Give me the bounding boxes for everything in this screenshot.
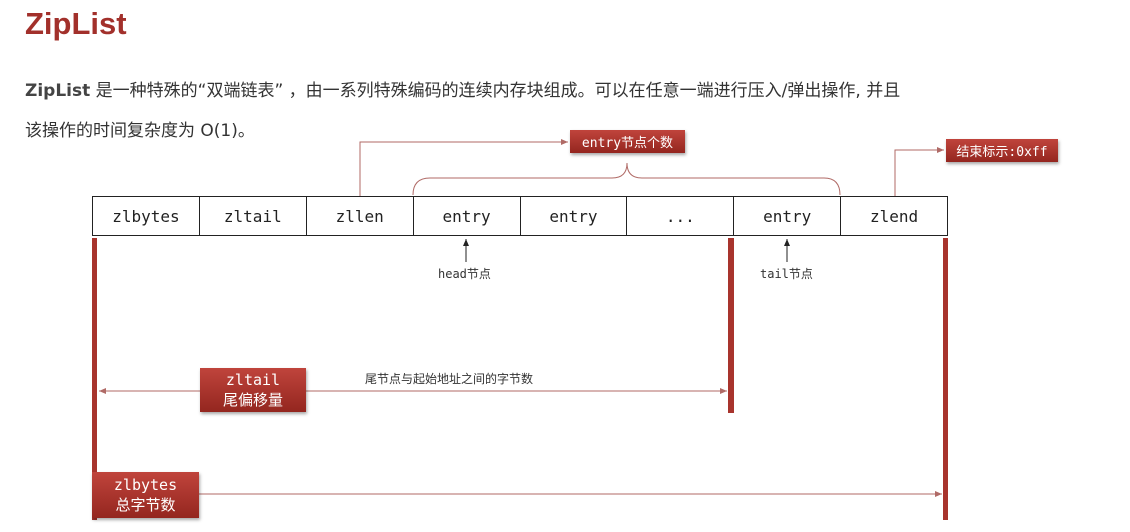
tail-bar [728,238,734,413]
zltail-description: 尾节点与起始地址之间的字节数 [365,372,534,386]
zltail-tag-desc: 尾偏移量 [222,390,283,409]
ziplist-structure: zlbytes zltail zllen entry entry ... ent… [92,196,948,236]
cell-zlend: zlend [869,206,919,226]
zlbytes-tag: zlbytes 总字节数 [92,472,199,518]
cell-entry: entry [414,197,521,235]
zlbytes-tag-desc: 总字节数 [115,495,176,514]
zltail-tag-name: zltail [225,370,281,389]
zltail-tag: zltail 尾偏移量 [200,368,306,412]
diagram-lines [99,139,944,497]
brace [412,162,841,196]
end-marker-tag: 结束标示:0xff [946,139,1058,162]
cell-entry: entry [734,197,842,235]
cell-zltail: zltail [200,197,307,235]
end-bar [943,238,948,520]
entry-count-tag: entry节点个数 [570,130,685,153]
zllen-connector [359,139,568,196]
zlbytes-tag-name: zlbytes [113,475,178,494]
cell-zlbytes: zlbytes [93,197,200,235]
head-label: head节点 [438,267,491,281]
tail-label: tail节点 [760,267,813,281]
cell-entry: entry [521,197,628,235]
zlend-connector [894,147,944,196]
cell-ellipsis: ... [627,197,735,235]
cell-zllen: zllen [307,197,414,235]
